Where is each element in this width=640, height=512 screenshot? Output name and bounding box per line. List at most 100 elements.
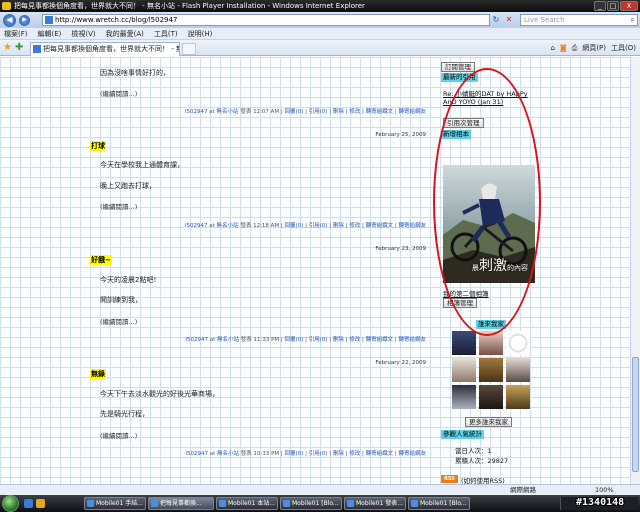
menu-file[interactable]: 檔案(F) [4,28,28,39]
rss-icon[interactable]: RSS [441,475,458,483]
read-more-link[interactable]: (繼續閱讀...) [100,430,137,440]
visitor-avatar[interactable] [506,358,530,382]
favorites-star-icon[interactable]: ★ [3,42,12,53]
trackback-link[interactable]: 引用(0) [309,223,328,229]
visitor-avatar[interactable] [506,331,530,355]
window-titlebar: 把每見事都換個角度看，世界就大不同！ - 無名小站 - Flash Player… [0,0,640,12]
recent-ref-link[interactable]: AnD YOYO (Jan 31) [443,98,503,106]
visitor-avatar[interactable] [452,385,476,409]
search-icon[interactable]: ⌕ [631,15,635,25]
delete-link[interactable]: 刪除 [333,109,344,115]
window-controls: _ □ X [594,1,638,11]
zoom-level[interactable]: 100% [595,485,614,495]
forward-button[interactable]: ▶ [19,15,30,26]
visitor-avatar[interactable] [506,385,530,409]
edit-link[interactable]: 修改 [349,223,360,229]
delete-link[interactable]: 刪除 [333,223,344,229]
taskbar-item[interactable]: Mobile01 發表... [344,497,406,510]
post-title[interactable]: 好餓~ [90,255,112,265]
address-field[interactable]: http://www.wretch.cc/blog/l502947 [42,14,490,26]
address-url[interactable]: http://www.wretch.cc/blog/l502947 [55,16,177,24]
delete-link[interactable]: 刪除 [333,451,344,457]
album-link[interactable]: 我的第二個相簿 [443,288,489,298]
tools-menu[interactable]: 工具(O) [611,42,636,54]
start-button[interactable] [2,495,19,512]
address-actions: ↻ ✕ [491,15,514,25]
visitor-avatar[interactable] [479,331,503,355]
stop-icon[interactable]: ✕ [504,15,514,25]
print-icon[interactable]: ⎙ [572,42,578,54]
more-visitors-button[interactable]: 更多誰來我家 [465,417,512,427]
visitor-avatar[interactable] [452,358,476,382]
refresh-icon[interactable]: ↻ [491,15,501,25]
author-link[interactable]: l502947 [185,109,208,115]
home-icon[interactable]: ⌂ [550,42,554,54]
subscribe-manage-button[interactable]: 訂閱管理 [441,62,475,72]
edit-link[interactable]: 修改 [349,451,360,457]
quicklaunch-icon[interactable] [24,499,33,508]
window-title: 把每見事都換個角度看，世界就大不同！ - 無名小站 - Flash Player… [14,2,365,10]
reply-link[interactable]: 回覆(0) [285,109,304,115]
menu-edit[interactable]: 編輯(E) [38,28,62,39]
reply-link[interactable]: 回覆(0) [285,337,304,343]
read-more-link[interactable]: (繼續閱讀...) [100,316,137,326]
post-title[interactable]: 無錄 [90,369,106,379]
tab-label: 把每見事都換個角度看，世界就大不同！ - 無名小... [43,45,179,53]
taskbar-item[interactable]: Mobile01 [Blo... [280,497,342,510]
album-caption: 晨刺激的內容 [472,258,528,274]
author-link[interactable]: l502947 [185,223,208,229]
post-line: 先是騎光行程， [100,410,149,418]
quicklaunch-icon[interactable] [36,499,45,508]
tab-current[interactable]: 把每見事都換個角度看，世界就大不同！ - 無名小... [30,42,180,56]
visitor-avatar[interactable] [479,358,503,382]
menu-help[interactable]: 說明(H) [188,28,213,39]
vertical-scrollbar[interactable] [630,57,640,484]
album-manage-button[interactable]: 相簿管理 [443,298,477,308]
page-menu[interactable]: 網頁(P) [582,42,606,54]
maximize-button[interactable]: □ [607,1,619,11]
visitor-avatar[interactable] [479,385,503,409]
recent-ref-link[interactable]: Re: 小蜻蜓的DAT by HApPy [443,88,528,98]
read-more-link[interactable]: (繼續閱讀...) [100,88,137,98]
trackback-link[interactable]: 引用(0) [309,337,328,343]
taskbar-item[interactable]: Mobile01 手結... [84,497,146,510]
edit-link[interactable]: 修改 [349,109,360,115]
author-link[interactable]: l502947 [185,451,208,457]
author-link[interactable]: l502947 [185,337,208,343]
new-album-heading: 新增相本 [441,130,471,139]
post-title[interactable]: 打球 [90,141,106,151]
today-visits: 當日人次：1 [455,447,492,455]
taskbar-item[interactable]: Mobile01 本站... [216,497,278,510]
page-content: 因為沒啥事情好打的， (繼續閱讀...) l502947 at 無名小站 發表 … [0,57,630,484]
back-button[interactable]: ◀ [3,14,16,27]
menu-view[interactable]: 檢視(V) [71,28,95,39]
minimize-button[interactable]: _ [594,1,606,11]
reference-manage-button[interactable]: 引用次管理 [443,118,484,128]
trackback-link[interactable]: 引用(0) [309,109,328,115]
reply-link[interactable]: 回覆(0) [285,451,304,457]
page-icon [45,16,53,24]
menu-tools[interactable]: 工具(T) [154,28,178,39]
search-input[interactable]: Live Search ⌕ [520,14,638,26]
feeds-icon[interactable]: ◙ [560,42,567,54]
menu-favorites[interactable]: 我的最愛(A) [106,28,144,39]
search-placeholder: Live Search [524,16,565,24]
post-line: 開訓練到我， [100,296,142,304]
tab-bar: ★ ✚ 把每見事都換個角度看，世界就大不同！ - 無名小... ⌂ ◙ ⎙ 網頁… [0,40,640,56]
scrollbar-thumb[interactable] [632,357,639,472]
close-button[interactable]: X [620,1,638,11]
add-favorite-icon[interactable]: ✚ [15,42,23,53]
reply-link[interactable]: 回覆(0) [285,223,304,229]
trackback-link[interactable]: 引用(0) [309,451,328,457]
ie-app-icon [2,2,11,10]
visitors-heading: 誰來我家 [476,320,506,329]
recent-refs-heading: 最新的引用 [441,73,478,82]
visitor-avatar[interactable] [452,331,476,355]
read-more-link[interactable]: (繼續閱讀...) [100,201,137,211]
taskbar-item-active[interactable]: 把每見事都換... [148,497,214,510]
post-meta: l502947 at 無名小站 發表 12:07 AM | 回覆(0) | 引用… [184,109,426,115]
edit-link[interactable]: 修改 [349,337,360,343]
delete-link[interactable]: 刪除 [333,337,344,343]
taskbar-item[interactable]: Mobile01 [Blo... [408,497,470,510]
new-tab-button[interactable] [182,43,196,55]
